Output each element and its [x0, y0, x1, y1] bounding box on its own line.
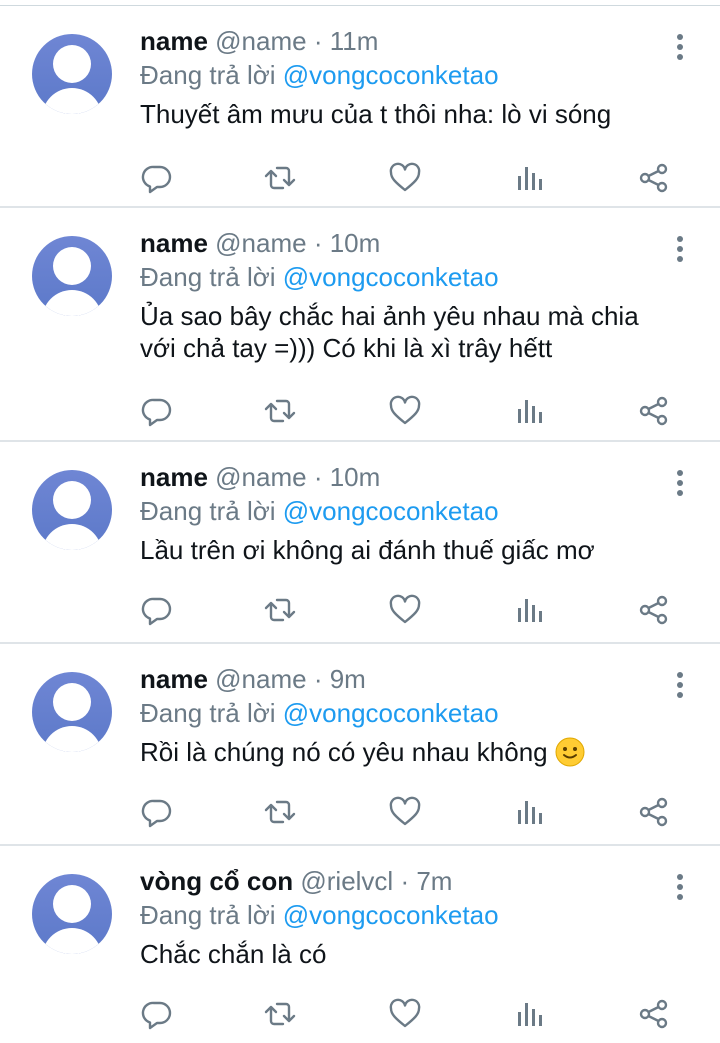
share-icon[interactable]: [637, 394, 671, 428]
timestamp[interactable]: · 9m: [314, 664, 366, 694]
mention-link[interactable]: @vongcoconketao: [283, 262, 499, 292]
analytics-icon[interactable]: [513, 593, 547, 627]
replying-to-label: Đang trả lời: [140, 262, 283, 292]
timestamp[interactable]: · 11m: [314, 26, 379, 56]
tweet-text: Lầu trên ơi không ai đánh thuế giấc mơ: [140, 535, 595, 565]
reply-icon[interactable]: [140, 593, 174, 627]
tweet[interactable]: vòng cổ con @rielvcl · 7m Đang trả lời @…: [0, 846, 720, 1043]
tweet-header: name @name · 11m: [140, 24, 690, 58]
replying-to: Đang trả lời @vongcoconketao: [140, 696, 690, 730]
tweet-actions: [140, 394, 680, 428]
replying-to: Đang trả lời @vongcoconketao: [140, 260, 690, 294]
mention-link[interactable]: @vongcoconketao: [283, 496, 499, 526]
replying-to: Đang trả lời @vongcoconketao: [140, 58, 690, 92]
tweet-header: vòng cổ con @rielvcl · 7m: [140, 864, 690, 898]
tweet-text-line: với chả tay =))) Có khi là xì trây hếtt: [140, 333, 553, 363]
tweet-text-content: Rồi là chúng nó có yêu nhau không: [140, 737, 555, 767]
handle[interactable]: @name: [215, 664, 306, 694]
mention-link[interactable]: @vongcoconketao: [283, 698, 499, 728]
handle[interactable]: @name: [215, 462, 306, 492]
reply-icon[interactable]: [140, 997, 174, 1031]
analytics-icon[interactable]: [513, 161, 547, 195]
tweet[interactable]: name @name · 10m Đang trả lời @vongcocon…: [0, 208, 720, 442]
mention-link[interactable]: @vongcoconketao: [283, 60, 499, 90]
share-icon[interactable]: [637, 593, 671, 627]
like-icon[interactable]: [388, 997, 422, 1031]
analytics-icon[interactable]: [513, 997, 547, 1031]
share-icon[interactable]: [637, 795, 671, 829]
tweet-header: name @name · 10m: [140, 460, 690, 494]
tweet-text-line: Ủa sao bây chắc hai ảnh yêu nhau mà chia: [140, 301, 639, 331]
handle[interactable]: @rielvcl: [300, 866, 393, 896]
avatar[interactable]: [32, 672, 112, 752]
retweet-icon[interactable]: [263, 795, 297, 829]
share-icon[interactable]: [637, 997, 671, 1031]
analytics-icon[interactable]: [513, 795, 547, 829]
tweet-header: name @name · 9m: [140, 662, 690, 696]
timestamp[interactable]: · 10m: [314, 228, 380, 258]
reply-icon[interactable]: [140, 394, 174, 428]
avatar[interactable]: [32, 470, 112, 550]
retweet-icon[interactable]: [263, 997, 297, 1031]
tweet-header: name @name · 10m: [140, 226, 690, 260]
avatar[interactable]: [32, 34, 112, 114]
tweet-text: Ủa sao bây chắc hai ảnh yêu nhau mà chia…: [140, 300, 690, 364]
retweet-icon[interactable]: [263, 593, 297, 627]
tweet-text: Chắc chắn là có: [140, 939, 327, 969]
timestamp[interactable]: · 7m: [400, 866, 452, 896]
like-icon[interactable]: [388, 795, 422, 829]
tweet[interactable]: name @name · 10m Đang trả lời @vongcocon…: [0, 442, 720, 644]
mention-link[interactable]: @vongcoconketao: [283, 900, 499, 930]
share-icon[interactable]: [637, 161, 671, 195]
display-name[interactable]: name: [140, 664, 208, 694]
handle[interactable]: @name: [215, 26, 306, 56]
replying-to: Đang trả lời @vongcoconketao: [140, 494, 690, 528]
avatar[interactable]: [32, 236, 112, 316]
like-icon[interactable]: [388, 394, 422, 428]
replying-to-label: Đang trả lời: [140, 900, 283, 930]
slightly-smiling-face-icon: [555, 737, 585, 767]
tweet[interactable]: name @name · 9m Đang trả lời @vongcoconk…: [0, 644, 720, 846]
analytics-icon[interactable]: [513, 394, 547, 428]
display-name[interactable]: vòng cổ con: [140, 866, 293, 896]
tweet-actions: [140, 997, 680, 1031]
tweet-text: Rồi là chúng nó có yêu nhau không: [140, 736, 690, 768]
replying-to-label: Đang trả lời: [140, 60, 283, 90]
replying-to-label: Đang trả lời: [140, 496, 283, 526]
like-icon[interactable]: [388, 161, 422, 195]
tweet-actions: [140, 795, 680, 829]
display-name[interactable]: name: [140, 228, 208, 258]
tweet-text: Thuyết âm mưu của t thôi nha: lò vi sóng: [140, 99, 612, 129]
tweet-actions: [140, 161, 680, 195]
replying-to: Đang trả lời @vongcoconketao: [140, 898, 690, 932]
handle[interactable]: @name: [215, 228, 306, 258]
timestamp[interactable]: · 10m: [314, 462, 380, 492]
tweet-actions: [140, 593, 680, 627]
display-name[interactable]: name: [140, 462, 208, 492]
reply-icon[interactable]: [140, 161, 174, 195]
like-icon[interactable]: [388, 593, 422, 627]
reply-icon[interactable]: [140, 795, 174, 829]
retweet-icon[interactable]: [263, 394, 297, 428]
tweet[interactable]: name @name · 11m Đang trả lời @vongcocon…: [0, 6, 720, 208]
retweet-icon[interactable]: [263, 161, 297, 195]
avatar[interactable]: [32, 874, 112, 954]
display-name[interactable]: name: [140, 26, 208, 56]
replying-to-label: Đang trả lời: [140, 698, 283, 728]
